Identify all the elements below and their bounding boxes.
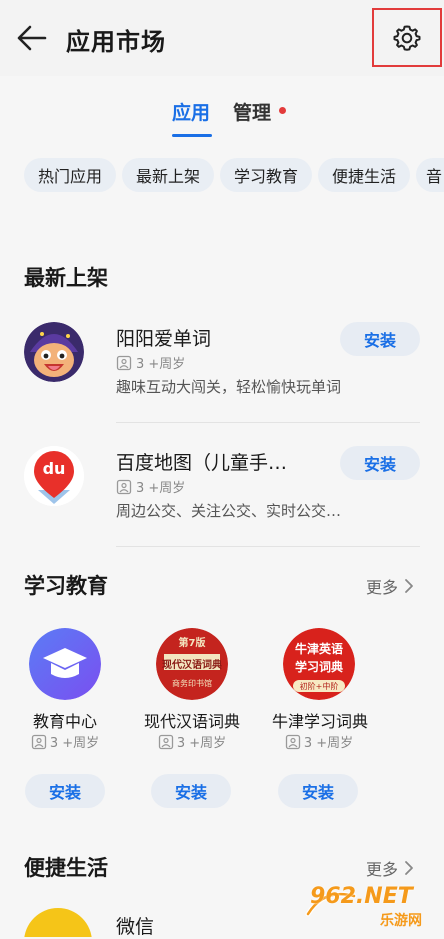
age-rating: 3 +周岁 [116,477,185,496]
age-rating-icon [285,734,300,749]
age-rating-text: 3 +周岁 [176,736,227,751]
age-rating-text: 3 +周岁 [136,357,186,372]
more-label: 更多 [366,578,399,597]
age-rating: 3 +周岁 [24,732,106,751]
icon-text: 初阶+中阶 [299,682,339,691]
notification-dot [279,107,286,114]
app-name[interactable]: 微信 [116,912,154,939]
chip-music[interactable]: 音 [416,158,444,192]
chip-life[interactable]: 便捷生活 [318,158,410,192]
section-title-latest: 最新上架 [24,266,108,290]
tab-apps-indicator [172,134,212,137]
back-button[interactable] [12,20,52,56]
tab-manage[interactable]: 管理 [233,98,271,125]
icon-text: 第7版 [178,638,206,649]
age-rating-icon [31,734,46,749]
chip-education[interactable]: 学习教育 [220,158,312,192]
gear-icon [393,25,421,51]
app-name[interactable]: 百度地图（儿童手… [116,448,287,475]
app-icon-education-center[interactable] [29,628,101,700]
page-title: 应用市场 [66,28,166,56]
app-icon-yangyang[interactable] [24,322,84,382]
more-link-life[interactable]: 更多 [366,856,414,880]
chevron-right-icon [405,579,413,593]
age-rating-text: 3 +周岁 [136,481,186,496]
watermark-brand: 962.NET [310,884,413,909]
icon-text: 商务印书馆 [172,679,212,688]
app-name[interactable]: 牛津学习词典 [264,708,376,732]
section-title-life: 便捷生活 [24,856,108,880]
install-button[interactable]: 安装 [25,774,105,808]
divider [116,422,420,423]
chip-hot-apps[interactable]: 热门应用 [24,158,116,192]
tab-apps[interactable]: 应用 [172,98,210,125]
age-rating: 3 +周岁 [278,732,360,751]
divider [116,546,420,547]
age-rating-icon [116,355,132,370]
age-rating: 3 +周岁 [116,353,185,372]
app-name[interactable]: 现代汉语词典 [136,708,248,732]
age-rating-icon [158,734,173,749]
app-name[interactable]: 阳阳爱单词 [116,324,211,351]
age-rating-text: 3 +周岁 [303,736,354,751]
settings-button[interactable] [372,8,442,67]
app-icon-baidu-map[interactable]: du [24,446,84,506]
watermark-sub: 乐游网 [380,913,422,929]
age-rating-icon [116,479,132,494]
icon-text: 牛津英语 [294,642,343,656]
age-rating-text: 3 +周岁 [49,736,100,751]
install-button[interactable]: 安装 [278,774,358,808]
app-description: 周边公交、关注公交、实时公交… [116,502,342,520]
more-label: 更多 [366,860,399,879]
app-icon-modern-chinese-dictionary[interactable]: 第7版 现代汉语词典 商务印书馆 [156,628,228,700]
chevron-right-icon [405,861,413,875]
install-button[interactable]: 安装 [151,774,231,808]
app-description: 趣味互动大闯关，轻松愉快玩单词 [116,378,342,396]
install-button[interactable]: 安装 [340,322,420,356]
chip-latest[interactable]: 最新上架 [122,158,214,192]
install-button[interactable]: 安装 [340,446,420,480]
icon-text: 现代汉语词典 [162,660,222,671]
watermark-logo: 962.NET 乐游网 [300,880,440,932]
section-title-education: 学习教育 [24,574,108,598]
app-icon-oxford-dictionary[interactable]: 牛津英语 学习词典 初阶+中阶 [283,628,355,700]
app-icon-wechat[interactable] [24,908,92,937]
arrow-left-icon [17,25,47,51]
age-rating: 3 +周岁 [151,732,233,751]
icon-text: 学习词典 [294,660,343,674]
app-name[interactable]: 教育中心 [24,708,106,732]
baidu-icon-text: du [42,459,66,478]
more-link-education[interactable]: 更多 [366,574,414,598]
